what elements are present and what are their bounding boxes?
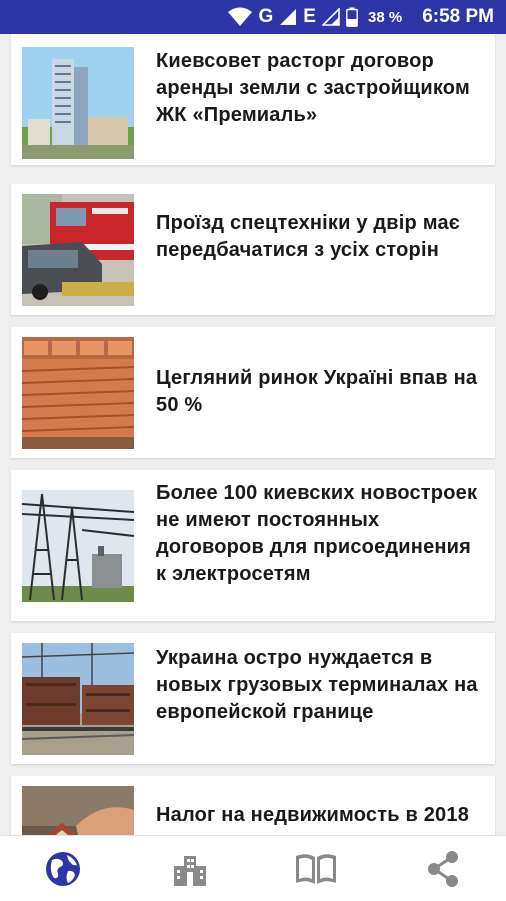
news-card[interactable]: Цегляний ринок Україні впав на 50 % bbox=[11, 327, 495, 458]
signal-icon bbox=[279, 8, 297, 26]
nav-library-button[interactable] bbox=[286, 844, 346, 894]
news-feed[interactable]: Киевсовет расторг договор аренды земли с… bbox=[0, 34, 506, 835]
news-card[interactable]: Украина остро нуждается в новых грузовых… bbox=[11, 633, 495, 764]
signal-icon-2 bbox=[321, 8, 340, 26]
network-type-label: G bbox=[258, 6, 274, 27]
nav-share-button[interactable] bbox=[413, 844, 473, 894]
article-thumbnail bbox=[22, 643, 134, 755]
wifi-icon bbox=[227, 7, 253, 27]
article-title: Проїзд спецтехніки у двір має передбачат… bbox=[156, 212, 461, 261]
status-bar: G E 38 % 6:58 PM bbox=[0, 0, 506, 34]
news-card[interactable]: Налог на недвижимость в 2018 bbox=[11, 776, 495, 835]
article-thumbnail bbox=[22, 47, 134, 159]
nav-news-button[interactable] bbox=[33, 844, 93, 894]
globe-icon bbox=[46, 851, 81, 886]
share-icon bbox=[427, 850, 458, 887]
article-title: Цегляний ринок Україні впав на 50 % bbox=[156, 367, 478, 416]
battery-percent: 38 % bbox=[367, 8, 403, 26]
article-thumbnail bbox=[22, 490, 134, 602]
article-thumbnail bbox=[22, 786, 134, 835]
news-card[interactable]: Более 100 киевских новостроек не имеют п… bbox=[11, 470, 495, 621]
article-title: Более 100 киевских новостроек не имеют п… bbox=[156, 482, 478, 585]
city-icon bbox=[173, 855, 206, 886]
article-title: Налог на недвижимость в 2018 bbox=[156, 804, 470, 826]
battery-icon bbox=[346, 7, 358, 27]
article-title: Киевсовет расторг договор аренды земли с… bbox=[156, 50, 470, 126]
article-title: Украина остро нуждается в новых грузовых… bbox=[156, 647, 478, 723]
nav-city-button[interactable] bbox=[160, 844, 220, 894]
book-icon bbox=[296, 853, 337, 884]
news-card[interactable]: Проїзд спецтехніки у двір має передбачат… bbox=[11, 184, 495, 315]
news-card[interactable]: Киевсовет расторг договор аренды земли с… bbox=[11, 34, 495, 165]
network-type-label-2: E bbox=[303, 6, 316, 27]
article-thumbnail bbox=[22, 194, 134, 306]
clock-time: 6:58 PM bbox=[422, 6, 494, 27]
article-thumbnail bbox=[22, 337, 134, 449]
bottom-navigation bbox=[0, 835, 506, 901]
